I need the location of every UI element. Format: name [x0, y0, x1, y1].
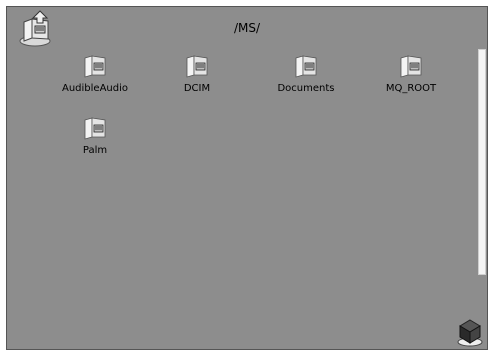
folder-label: AudibleAudio [61, 83, 128, 94]
cube-icon [457, 319, 483, 347]
vertical-scrollbar[interactable] [478, 49, 486, 275]
corner-cube-button[interactable] [455, 317, 485, 347]
folder-icon [186, 55, 208, 78]
folder-label: Documents [277, 83, 335, 94]
folder-item-dcim[interactable]: DCIM [142, 53, 252, 107]
folder-item-audibleaudio[interactable]: AudibleAudio [40, 53, 150, 107]
folder-icon [84, 55, 106, 78]
folder-item-documents[interactable]: Documents [251, 53, 361, 107]
folder-icon [400, 55, 422, 78]
folder-label: MQ_ROOT [385, 83, 437, 94]
folder-label: Palm [82, 145, 108, 156]
folder-icon [84, 117, 106, 140]
current-path-title: /MS/ [233, 21, 261, 35]
folder-item-mq-root[interactable]: MQ_ROOT [356, 53, 466, 107]
folder-label: DCIM [183, 83, 211, 94]
folder-icon [295, 55, 317, 78]
file-browser-window: /MS/ AudibleAudio DCIM Documents MQ_ROOT… [6, 6, 488, 350]
folder-item-palm[interactable]: Palm [40, 115, 150, 169]
